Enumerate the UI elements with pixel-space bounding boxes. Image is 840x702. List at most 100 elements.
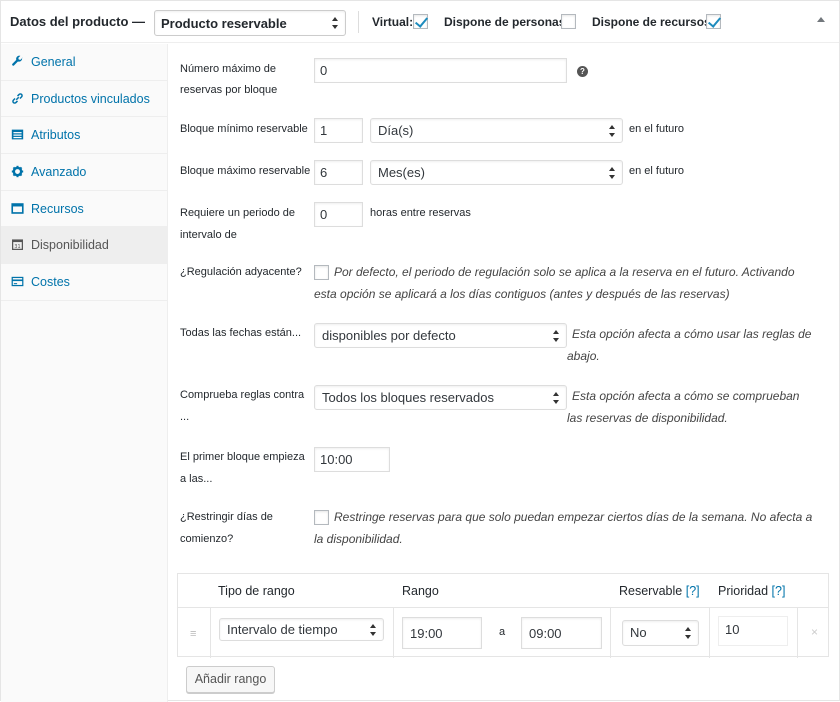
all-dates-value: disponibles por defecto: [322, 328, 456, 343]
help-icon[interactable]: ?: [577, 66, 588, 77]
all-dates-desc-1: Esta opción afecta a cómo usar las regla…: [572, 327, 812, 341]
column-divider: [393, 608, 394, 658]
tab-linked-products-label: Productos vinculados: [31, 91, 150, 106]
persons-label: Dispone de personas:: [444, 15, 570, 29]
all-dates-label: Todas las fechas están...: [180, 327, 302, 339]
column-divider: [709, 608, 710, 658]
product-type-select[interactable]: Producto reservable: [154, 10, 346, 36]
select-arrows-icon: [553, 329, 561, 342]
virtual-checkbox[interactable]: [413, 14, 428, 29]
priority-header: Prioridad [?]: [718, 584, 785, 598]
max-bookings-label-2: reservas por bloque: [180, 84, 278, 96]
check-rules-label-2: ...: [180, 411, 190, 423]
tab-linked-products[interactable]: Productos vinculados: [1, 81, 167, 118]
max-block-input[interactable]: 6: [314, 160, 363, 185]
min-block-suffix: en el futuro: [629, 123, 685, 135]
product-type-value: Producto reservable: [161, 16, 287, 31]
range-separator: a: [499, 626, 506, 638]
priority-help-link[interactable]: [?]: [772, 584, 786, 598]
first-block-label-1: El primer bloque empieza: [180, 451, 305, 463]
adjacent-checkbox[interactable]: [314, 265, 329, 280]
buffer-input[interactable]: 0: [314, 202, 363, 227]
add-range-button[interactable]: Añadir rango: [186, 666, 275, 693]
tab-resources-label: Recursos: [31, 201, 84, 216]
remove-range-icon[interactable]: ×: [811, 625, 818, 639]
header-divider: [358, 11, 359, 33]
tab-availability-label: Disponibilidad: [31, 238, 109, 253]
range-header: Rango: [402, 584, 439, 598]
restrict-days-label-2: comienzo?: [180, 533, 234, 545]
select-arrows-icon: [609, 166, 617, 179]
window-icon: [11, 202, 25, 216]
buffer-suffix: horas entre reservas: [370, 207, 471, 219]
bookable-header-label: Reservable: [619, 584, 683, 598]
all-dates-select[interactable]: disponibles por defecto: [314, 323, 567, 348]
select-arrows-icon: [332, 17, 340, 29]
column-divider: [797, 608, 798, 658]
link-icon: [11, 92, 25, 106]
svg-text:31: 31: [14, 244, 20, 250]
priority-header-label: Prioridad: [718, 584, 769, 598]
check-rules-desc-1: Esta opción afecta a cómo se comprueban: [572, 389, 800, 403]
panel-title: Datos del producto —: [10, 14, 146, 29]
drag-handle-icon[interactable]: ≡: [190, 628, 196, 640]
collapse-icon[interactable]: [817, 17, 825, 22]
column-divider: [210, 608, 211, 658]
select-arrows-icon: [685, 627, 693, 639]
column-divider: [610, 608, 611, 658]
resources-label: Dispone de recursos:: [592, 15, 715, 29]
tab-advanced[interactable]: Avanzado: [1, 154, 167, 191]
tab-attributes-label: Atributos: [31, 128, 81, 143]
panel-header: Datos del producto — Producto reservable…: [1, 1, 839, 43]
select-arrows-icon: [609, 124, 617, 137]
tab-resources[interactable]: Recursos: [1, 191, 167, 228]
tab-availability[interactable]: 31 Disponibilidad: [1, 227, 167, 265]
bookable-header: Reservable [?]: [619, 584, 700, 598]
tab-attributes[interactable]: Atributos: [1, 117, 167, 155]
calendar-icon: 31: [11, 238, 25, 252]
check-rules-select[interactable]: Todos los bloques reservados: [314, 385, 567, 410]
product-data-panel: Datos del producto — Producto reservable…: [0, 0, 840, 702]
restrict-days-label-1: ¿Restringir días de: [180, 511, 273, 523]
list-icon: [11, 128, 25, 142]
tab-advanced-label: Avanzado: [31, 164, 87, 179]
check-rules-label-1: Comprueba reglas contra: [180, 389, 305, 401]
min-block-unit-select[interactable]: Día(s): [370, 118, 623, 143]
max-block-label: Bloque máximo reservable: [180, 165, 311, 177]
persons-checkbox[interactable]: [561, 14, 576, 29]
bookable-value: No: [630, 625, 647, 640]
min-block-label: Bloque mínimo reservable: [180, 123, 308, 135]
resources-checkbox[interactable]: [706, 14, 721, 29]
restrict-days-checkbox[interactable]: [314, 510, 329, 525]
availability-ranges-table: Tipo de rango Rango Reservable [?] Prior…: [177, 573, 829, 658]
adjacent-desc-2: esta opción se aplicará a los días conti…: [314, 287, 730, 301]
range-to-input[interactable]: 09:00: [521, 617, 602, 649]
range-type-select[interactable]: Intervalo de tiempo: [219, 618, 384, 641]
availability-panel: Número máximo de reservas por bloque 0 ?…: [169, 44, 839, 702]
select-arrows-icon: [553, 391, 561, 404]
max-block-unit-select[interactable]: Mes(es): [370, 160, 623, 185]
max-bookings-input[interactable]: 0: [314, 58, 567, 83]
bookable-select[interactable]: No: [622, 620, 699, 646]
check-rules-value: Todos los bloques reservados: [322, 390, 494, 405]
card-icon: [11, 275, 25, 289]
bookable-help-link[interactable]: [?]: [686, 584, 700, 598]
first-block-time-input[interactable]: 10:00: [314, 447, 390, 472]
max-bookings-label-1: Número máximo de: [180, 63, 276, 75]
range-from-input[interactable]: 19:00: [402, 617, 482, 649]
virtual-label: Virtual:: [372, 15, 414, 29]
table-row: ≡ Intervalo de tiempo 19:00 a 09:00 No 1…: [178, 607, 828, 658]
max-block-suffix: en el futuro: [629, 165, 685, 177]
priority-input[interactable]: 10: [718, 616, 788, 646]
select-arrows-icon: [370, 623, 378, 636]
tab-general[interactable]: General: [1, 44, 167, 81]
all-dates-desc-2: abajo.: [567, 349, 600, 363]
min-block-input[interactable]: 1: [314, 118, 363, 143]
buffer-label-1: Requiere un periodo de: [180, 207, 295, 219]
tab-costs[interactable]: Costes: [1, 264, 167, 301]
buffer-label-2: intervalo de: [180, 229, 237, 241]
product-data-tabs: General Productos vinculados Atributos A…: [1, 44, 168, 702]
wrench-icon: [11, 55, 25, 69]
adjacent-label: ¿Regulación adyacente?: [180, 266, 302, 278]
adjacent-desc-1: Por defecto, el periodo de regulación so…: [334, 265, 795, 279]
